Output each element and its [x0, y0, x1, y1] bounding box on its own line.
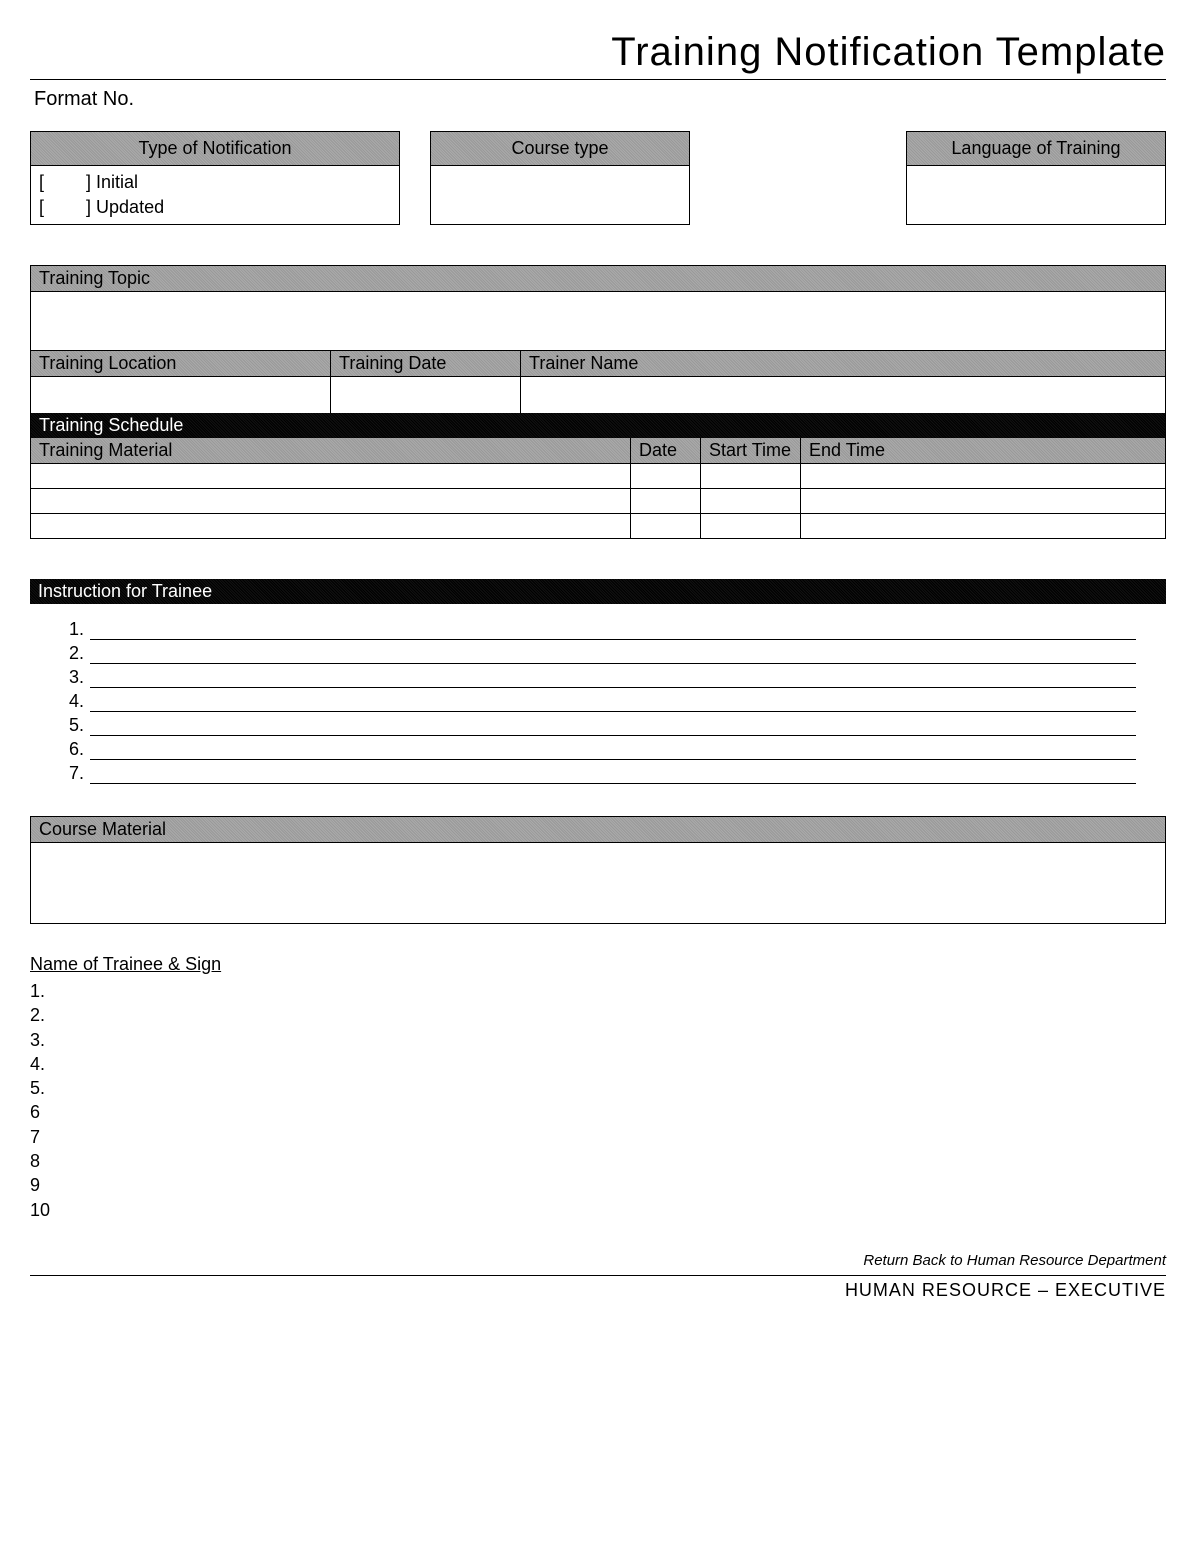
trainee-line[interactable]: 7	[30, 1125, 1166, 1149]
instruction-field[interactable]	[90, 642, 1136, 664]
cell-end[interactable]	[801, 464, 1165, 488]
trainee-line[interactable]: 1.	[30, 979, 1166, 1003]
trainer-name-field[interactable]	[521, 377, 1165, 413]
instruction-line[interactable]: 1.	[60, 618, 1136, 640]
course-type-box: Course type	[430, 131, 690, 225]
trainee-line[interactable]: 10	[30, 1198, 1166, 1222]
instruction-trainee-header: Instruction for Trainee	[30, 579, 1166, 604]
schedule-row[interactable]	[31, 513, 1165, 538]
instruction-field[interactable]	[90, 666, 1136, 688]
cell-material[interactable]	[31, 489, 631, 513]
notification-options: [] Initial [] Updated	[31, 166, 399, 224]
cell-date[interactable]	[631, 464, 701, 488]
cell-start[interactable]	[701, 514, 801, 538]
cell-end[interactable]	[801, 489, 1165, 513]
option-updated-label: Updated	[96, 197, 164, 217]
cell-start[interactable]	[701, 489, 801, 513]
schedule-row[interactable]	[31, 488, 1165, 513]
col-start-header: Start Time	[701, 438, 801, 463]
return-note: Return Back to Human Resource Department	[30, 1252, 1166, 1269]
option-initial-label: Initial	[96, 172, 138, 192]
instruction-number: 3.	[60, 667, 90, 688]
course-material-header: Course Material	[31, 817, 1165, 843]
col-end-header: End Time	[801, 438, 1165, 463]
training-date-header: Training Date	[331, 351, 520, 377]
instruction-line[interactable]: 7.	[60, 762, 1136, 784]
training-topic-header: Training Topic	[31, 266, 1165, 291]
language-box: Language of Training	[906, 131, 1166, 225]
cell-date[interactable]	[631, 514, 701, 538]
trainee-line[interactable]: 4.	[30, 1052, 1166, 1076]
training-schedule-header: Training Schedule	[31, 413, 1165, 438]
instruction-field[interactable]	[90, 738, 1136, 760]
course-type-header: Course type	[431, 132, 689, 166]
top-boxes-row: Type of Notification [] Initial [] Updat…	[30, 131, 1166, 225]
trainee-line[interactable]: 5.	[30, 1076, 1166, 1100]
trainee-sign-list: 1. 2. 3. 4. 5. 6 7 8 9 10	[30, 979, 1166, 1222]
main-training-table: Training Topic Training Location Trainin…	[30, 265, 1166, 539]
instruction-number: 7.	[60, 763, 90, 784]
cell-start[interactable]	[701, 464, 801, 488]
training-location-header: Training Location	[31, 351, 330, 377]
trainee-line[interactable]: 3.	[30, 1028, 1166, 1052]
cell-end[interactable]	[801, 514, 1165, 538]
instruction-number: 6.	[60, 739, 90, 760]
training-date-field[interactable]	[331, 377, 520, 413]
instruction-line[interactable]: 4.	[60, 690, 1136, 712]
instruction-field[interactable]	[90, 762, 1136, 784]
page-title: Training Notification Template	[30, 30, 1166, 80]
language-field[interactable]	[907, 166, 1165, 216]
schedule-columns-header: Training Material Date Start Time End Ti…	[31, 438, 1165, 463]
location-date-trainer-row: Training Location Training Date Trainer …	[31, 351, 1165, 413]
trainee-sign-heading: Name of Trainee & Sign	[30, 954, 1166, 975]
language-header: Language of Training	[907, 132, 1165, 166]
cell-material[interactable]	[31, 464, 631, 488]
notification-option-updated[interactable]: [] Updated	[39, 195, 391, 220]
cell-date[interactable]	[631, 489, 701, 513]
trainee-line[interactable]: 8	[30, 1149, 1166, 1173]
instruction-list: 1. 2. 3. 4. 5. 6. 7.	[30, 618, 1166, 816]
trainer-name-header: Trainer Name	[521, 351, 1165, 377]
col-material-header: Training Material	[31, 438, 631, 463]
course-material-field[interactable]	[31, 843, 1165, 923]
instruction-line[interactable]: 2.	[60, 642, 1136, 664]
training-topic-field[interactable]	[31, 291, 1165, 351]
instruction-field[interactable]	[90, 690, 1136, 712]
trainee-line[interactable]: 9	[30, 1173, 1166, 1197]
col-date-header: Date	[631, 438, 701, 463]
instruction-number: 1.	[60, 619, 90, 640]
trainee-line[interactable]: 2.	[30, 1003, 1166, 1027]
instruction-number: 5.	[60, 715, 90, 736]
format-no-label: Format No.	[30, 88, 1166, 111]
instruction-field[interactable]	[90, 618, 1136, 640]
footer-department: HUMAN RESOURCE – EXECUTIVE	[30, 1276, 1166, 1301]
training-location-field[interactable]	[31, 377, 330, 413]
instruction-field[interactable]	[90, 714, 1136, 736]
instruction-line[interactable]: 5.	[60, 714, 1136, 736]
notification-type-box: Type of Notification [] Initial [] Updat…	[30, 131, 400, 225]
instruction-number: 4.	[60, 691, 90, 712]
instruction-number: 2.	[60, 643, 90, 664]
course-type-field[interactable]	[431, 166, 689, 216]
trainee-line[interactable]: 6	[30, 1100, 1166, 1124]
notification-type-header: Type of Notification	[31, 132, 399, 166]
schedule-row[interactable]	[31, 463, 1165, 488]
notification-option-initial[interactable]: [] Initial	[39, 170, 391, 195]
instruction-line[interactable]: 3.	[60, 666, 1136, 688]
instruction-line[interactable]: 6.	[60, 738, 1136, 760]
course-material-box: Course Material	[30, 816, 1166, 924]
cell-material[interactable]	[31, 514, 631, 538]
